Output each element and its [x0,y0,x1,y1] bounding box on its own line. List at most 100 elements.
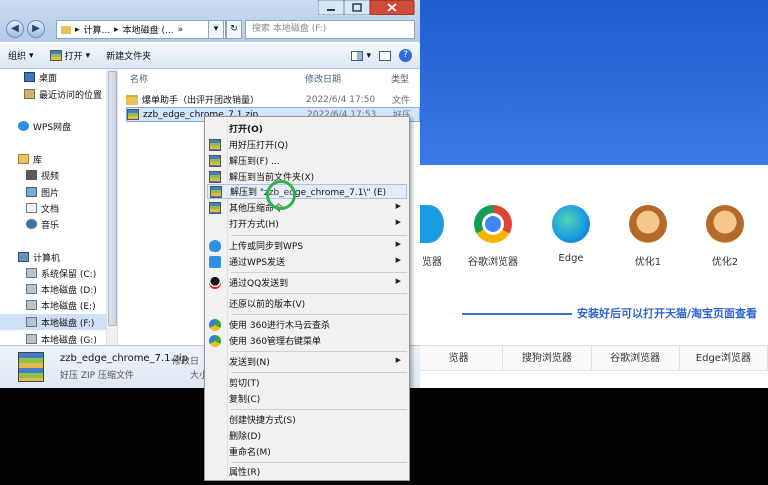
monkey-mascot-icon [629,205,667,243]
qq-icon [209,276,221,289]
menu-item-extract-to[interactable]: 解压到(F) ... [207,153,407,168]
menu-item-open[interactable]: 打开(O) [207,121,407,136]
menu-item-extract-here[interactable]: 解压到当前文件夹(X) [207,169,407,184]
address-dropdown-button[interactable]: ▾ [208,20,224,39]
browser-tab[interactable]: 览器 [415,346,504,370]
menu-item-other-compress[interactable]: 其他压缩命令 ▶ [207,200,407,215]
wps-cloud-icon [209,239,221,252]
nav-item-desktop[interactable]: 桌面 [0,69,117,85]
menu-separator [231,293,407,294]
computer-icon [18,252,29,262]
menu-item-360-manage[interactable]: 使用 360管理右键菜单 [207,333,407,348]
new-folder-button[interactable]: 新建文件夹 [98,49,159,62]
app-edge[interactable]: Edge [536,205,606,264]
view-icon [351,50,364,61]
library-icon [18,154,29,164]
column-header-name[interactable]: 名称 [118,72,305,85]
nav-label: 库 [33,155,43,166]
nav-label: 音乐 [41,220,60,231]
menu-item-copy[interactable]: 复制(C) [207,391,407,406]
menu-item-360-scan[interactable]: 使用 360进行木马云查杀 [207,317,407,332]
nav-item-wps-cloud[interactable]: WPS网盘 [0,118,117,134]
nav-scrollbar[interactable] [106,69,117,345]
chevron-down-icon: ▾ [29,50,34,61]
menu-item-create-shortcut[interactable]: 创建快捷方式(S) [207,412,407,427]
menu-item-extract-to-folder[interactable]: 解压到 "zzb_edge_chrome_7.1\" (E) [207,184,407,199]
nav-item-music[interactable]: 音乐 [0,216,117,232]
menu-label: 复制(C) [229,395,261,405]
submenu-arrow-icon: ▶ [395,218,401,226]
browser-tab[interactable]: 谷歌浏览器 [592,346,680,370]
menu-item-restore-versions[interactable]: 还原以前的版本(V) [207,296,407,311]
wps-cloud-icon [18,121,29,131]
menu-item-open-with[interactable]: 打开方式(H) ▶ [207,216,407,231]
app-optimize-1[interactable]: 优化1 [613,205,683,268]
picture-library-icon [26,187,37,197]
nav-item-libraries[interactable]: 库 [0,151,117,167]
breadcrumb-computer[interactable]: 计算... [84,23,111,36]
help-button[interactable]: ? [395,49,420,62]
forward-button[interactable]: ▶ [27,20,45,38]
nav-item-drive-f[interactable]: 本地磁盘 (F:) [0,314,117,330]
menu-item-send-qq[interactable]: 通过QQ发送到 ▶ [207,275,407,290]
back-arrow-icon: ◀ [11,23,19,34]
nav-item-documents[interactable]: 文档 [0,200,117,216]
nav-label: 视频 [41,171,60,182]
view-options-button[interactable]: ▾ [347,50,375,61]
nav-label: 本地磁盘 (F:) [41,318,95,329]
refresh-button[interactable]: ↻ [226,20,242,39]
nav-item-drive-g[interactable]: 本地磁盘 (G:) [0,331,117,345]
file-row-folder[interactable]: 爆单助手（出评开团改销量） 2022/6/4 17:50 文件 [126,92,420,107]
submenu-arrow-icon: ▶ [395,202,401,210]
menu-label: 发送到(N) [229,358,270,368]
search-input[interactable]: 搜索 本地磁盘 (F:) [245,20,415,39]
open-button[interactable]: 打开 ▾ [42,49,99,62]
nav-item-videos[interactable]: 视频 [0,167,117,183]
menu-item-send-to[interactable]: 发送到(N) ▶ [207,354,407,369]
app-chrome[interactable]: 谷歌浏览器 [458,205,528,268]
menu-item-send-via-wps[interactable]: 通过WPS发送 ▶ [207,254,407,269]
browser-tab[interactable]: Edge浏览器 [680,346,768,370]
minimize-icon [327,9,335,11]
column-header-type[interactable]: 类型 [391,72,409,85]
breadcrumb-drive[interactable]: 本地磁盘 (... [123,23,174,36]
column-header-date[interactable]: 修改日期 [305,72,391,85]
menu-label: 重命名(M) [229,448,271,458]
nav-item-computer[interactable]: 计算机 [0,249,117,265]
app-label: 谷歌浏览器 [468,257,518,268]
file-name: 爆单助手（出评开团改销量） [142,96,260,106]
nav-item-recent[interactable]: 最近访问的位置 [0,86,117,102]
preview-pane-button[interactable] [375,50,395,61]
menu-item-cut[interactable]: 剪切(T) [207,375,407,390]
back-button[interactable]: ◀ [6,20,24,38]
browser-tab[interactable]: 搜狗浏览器 [503,346,592,370]
new-folder-label: 新建文件夹 [106,52,152,62]
menu-item-delete[interactable]: 删除(D) [207,428,407,443]
organize-button[interactable]: 组织 ▾ [0,49,42,63]
menu-item-properties[interactable]: 属性(R) [207,464,407,479]
nav-item-drive-c[interactable]: 系统保留 (C:) [0,265,117,281]
refresh-icon: ↻ [230,24,238,34]
breadcrumb-more[interactable]: » [178,25,184,35]
file-type: 文件 [392,96,411,106]
menu-item-open-with-haozip[interactable]: 用好压打开(Q) [207,137,407,152]
haozip-icon [209,201,221,214]
haozip-icon [49,50,62,61]
menu-label: 通过WPS发送 [229,258,286,268]
context-menu: 打开(O) 用好压打开(Q) 解压到(F) ... 解压到当前文件夹(X) 解压… [204,116,410,481]
nav-item-drive-e[interactable]: 本地磁盘 (E:) [0,297,117,313]
chevron-down-icon: ▾ [366,50,371,61]
scrollbar-thumb[interactable] [108,71,117,326]
column-header-row: 名称 修改日期 类型 [118,69,420,87]
page-header-gradient [420,0,768,165]
app-optimize-2[interactable]: 优化2 [690,205,760,268]
menu-item-rename[interactable]: 重命名(M) [207,444,407,459]
menu-item-upload-wps[interactable]: 上传或同步到WPS ▶ [207,238,407,253]
nav-label: 最近访问的位置 [39,90,103,101]
address-bar[interactable]: ▸ 计算... ▸ 本地磁盘 (... » [56,20,226,39]
nav-label: 本地磁盘 (E:) [41,301,96,312]
open-label: 打开 [64,52,83,62]
nav-item-drive-d[interactable]: 本地磁盘 (D:) [0,281,117,297]
video-library-icon [26,170,37,180]
nav-item-pictures[interactable]: 图片 [0,184,117,200]
